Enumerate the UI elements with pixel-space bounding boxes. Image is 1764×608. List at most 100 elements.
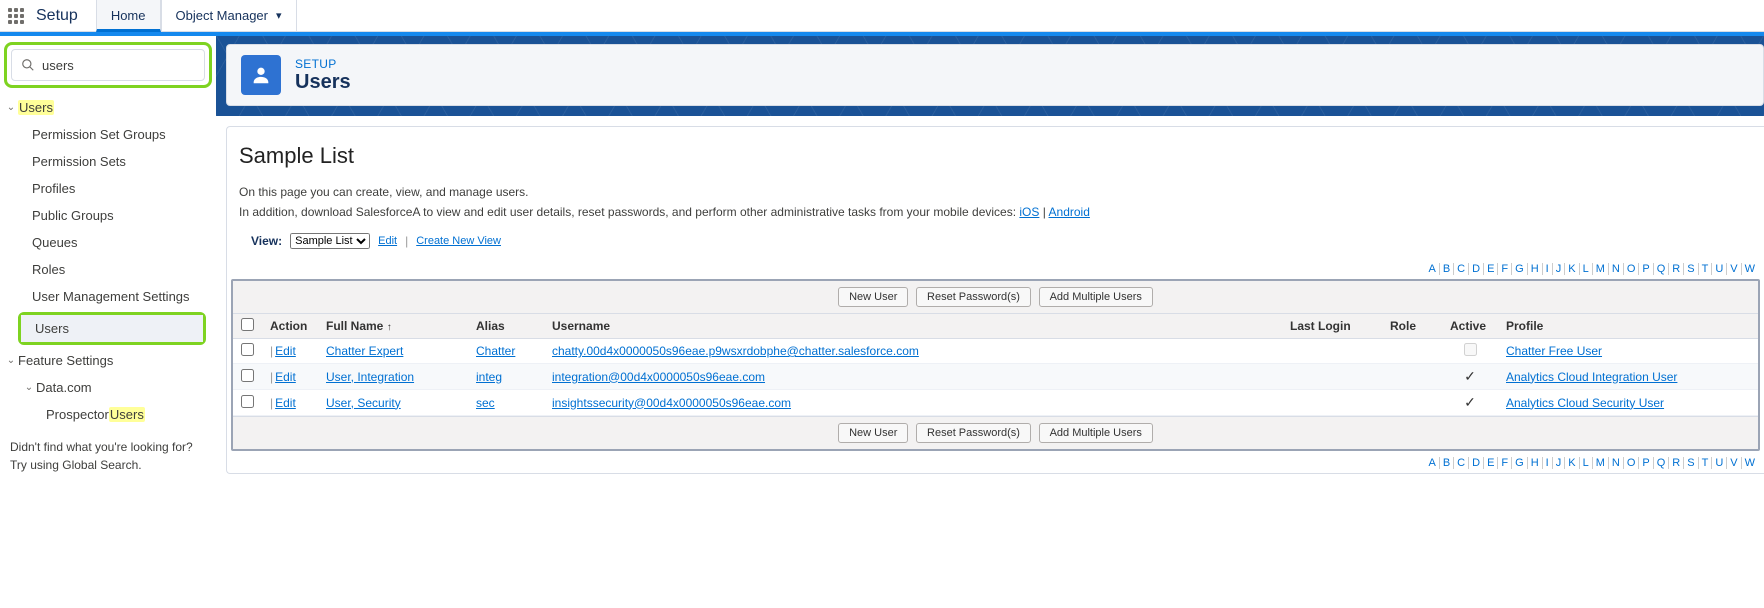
alpha-letter[interactable]: L <box>1580 457 1593 469</box>
tree-perm-sets[interactable]: Permission Sets <box>4 148 212 175</box>
alpha-letter[interactable]: Q <box>1654 263 1670 275</box>
alpha-letter[interactable]: E <box>1484 457 1498 469</box>
tree-public-groups[interactable]: Public Groups <box>4 202 212 229</box>
alpha-letter[interactable]: R <box>1669 263 1684 275</box>
alpha-letter[interactable]: U <box>1712 457 1727 469</box>
alpha-letter[interactable]: C <box>1454 457 1469 469</box>
alpha-letter[interactable]: G <box>1512 263 1528 275</box>
alpha-letter[interactable]: Q <box>1654 457 1670 469</box>
alpha-letter[interactable]: A <box>1425 457 1439 469</box>
edit-view-link[interactable]: Edit <box>378 235 397 247</box>
alpha-letter[interactable]: T <box>1699 457 1713 469</box>
full-name-link[interactable]: Chatter Expert <box>326 344 403 358</box>
alias-link[interactable]: integ <box>476 370 502 384</box>
tab-home[interactable]: Home <box>96 0 161 32</box>
alpha-letter[interactable]: N <box>1609 457 1624 469</box>
alpha-letter[interactable]: B <box>1440 457 1454 469</box>
alpha-letter[interactable]: F <box>1498 263 1512 275</box>
reset-password-button[interactable]: Reset Password(s) <box>916 423 1031 443</box>
add-multiple-users-button[interactable]: Add Multiple Users <box>1039 423 1153 443</box>
create-view-link[interactable]: Create New View <box>416 235 501 247</box>
full-name-link[interactable]: User, Security <box>326 396 401 410</box>
profile-link[interactable]: Chatter Free User <box>1506 344 1602 358</box>
profile-link[interactable]: Analytics Cloud Security User <box>1506 396 1664 410</box>
tree-perm-set-groups[interactable]: Permission Set Groups <box>4 121 212 148</box>
alpha-letter[interactable]: G <box>1512 457 1528 469</box>
alpha-letter[interactable]: C <box>1454 263 1469 275</box>
alpha-letter[interactable]: J <box>1553 457 1566 469</box>
alpha-letter[interactable]: V <box>1727 457 1741 469</box>
reset-password-button[interactable]: Reset Password(s) <box>916 287 1031 307</box>
alpha-letter[interactable]: E <box>1484 263 1498 275</box>
tree-users-group[interactable]: ⌄ Users <box>4 94 212 121</box>
alpha-letter[interactable]: W <box>1742 457 1758 469</box>
alpha-letter[interactable]: M <box>1593 457 1609 469</box>
alpha-letter[interactable]: R <box>1669 457 1684 469</box>
alpha-letter[interactable]: L <box>1580 263 1593 275</box>
edit-link[interactable]: Edit <box>275 396 296 410</box>
tree-roles[interactable]: Roles <box>4 256 212 283</box>
alpha-letter[interactable]: B <box>1440 263 1454 275</box>
alpha-letter[interactable]: F <box>1498 457 1512 469</box>
alpha-letter[interactable]: K <box>1565 457 1579 469</box>
col-full-name[interactable]: Full Name ↑ <box>318 314 468 339</box>
row-checkbox[interactable] <box>241 395 254 408</box>
new-user-button[interactable]: New User <box>838 287 908 307</box>
android-link[interactable]: Android <box>1049 205 1090 219</box>
alpha-letter[interactable]: H <box>1528 457 1543 469</box>
tree-prospector-users[interactable]: Prospector Users <box>4 401 212 428</box>
edit-link[interactable]: Edit <box>275 344 296 358</box>
tree-feature-settings[interactable]: ⌄ Feature Settings <box>4 347 212 374</box>
alpha-letter[interactable]: K <box>1565 263 1579 275</box>
alpha-letter[interactable]: S <box>1684 263 1698 275</box>
view-select[interactable]: Sample List <box>290 233 370 249</box>
tree-datacom[interactable]: ⌄ Data.com <box>4 374 212 401</box>
tree-profiles[interactable]: Profiles <box>4 175 212 202</box>
col-role[interactable]: Role <box>1382 314 1442 339</box>
tree-queues[interactable]: Queues <box>4 229 212 256</box>
col-action[interactable]: Action <box>262 314 318 339</box>
full-name-link[interactable]: User, Integration <box>326 370 414 384</box>
alpha-letter[interactable]: I <box>1543 263 1553 275</box>
col-profile[interactable]: Profile <box>1498 314 1758 339</box>
alpha-letter[interactable]: J <box>1553 263 1566 275</box>
alias-link[interactable]: Chatter <box>476 344 515 358</box>
edit-link[interactable]: Edit <box>275 370 296 384</box>
col-alias[interactable]: Alias <box>468 314 544 339</box>
alpha-letter[interactable]: W <box>1742 263 1758 275</box>
username-link[interactable]: chatty.00d4x0000050s96eae.p9wsxrdobphe@c… <box>552 344 919 358</box>
new-user-button[interactable]: New User <box>838 423 908 443</box>
alpha-letter[interactable]: A <box>1425 263 1439 275</box>
add-multiple-users-button[interactable]: Add Multiple Users <box>1039 287 1153 307</box>
alpha-letter[interactable]: I <box>1543 457 1553 469</box>
alpha-letter[interactable]: D <box>1469 263 1484 275</box>
alpha-letter[interactable]: T <box>1699 263 1713 275</box>
alpha-letter[interactable]: N <box>1609 263 1624 275</box>
search-input-wrap[interactable] <box>11 49 205 81</box>
tab-object-manager[interactable]: Object Manager ▾ <box>161 0 297 32</box>
alpha-letter[interactable]: S <box>1684 457 1698 469</box>
profile-link[interactable]: Analytics Cloud Integration User <box>1506 370 1677 384</box>
alpha-letter[interactable]: U <box>1712 263 1727 275</box>
col-username[interactable]: Username <box>544 314 1282 339</box>
col-active[interactable]: Active <box>1442 314 1498 339</box>
tree-user-mgmt[interactable]: User Management Settings <box>4 283 212 310</box>
ios-link[interactable]: iOS <box>1019 205 1039 219</box>
alpha-letter[interactable]: P <box>1639 457 1653 469</box>
alpha-letter[interactable]: V <box>1727 263 1741 275</box>
row-checkbox[interactable] <box>241 369 254 382</box>
app-launcher-icon[interactable] <box>0 8 32 24</box>
search-input[interactable] <box>42 58 218 73</box>
alpha-letter[interactable]: D <box>1469 457 1484 469</box>
alpha-letter[interactable]: P <box>1639 263 1653 275</box>
row-checkbox[interactable] <box>241 343 254 356</box>
username-link[interactable]: insightssecurity@00d4x0000050s96eae.com <box>552 396 791 410</box>
tree-users-item[interactable]: Users <box>21 315 203 342</box>
select-all-checkbox[interactable] <box>241 318 254 331</box>
username-link[interactable]: integration@00d4x0000050s96eae.com <box>552 370 765 384</box>
alpha-letter[interactable]: H <box>1528 263 1543 275</box>
alias-link[interactable]: sec <box>476 396 495 410</box>
col-last-login[interactable]: Last Login <box>1282 314 1382 339</box>
alpha-letter[interactable]: M <box>1593 263 1609 275</box>
alpha-letter[interactable]: O <box>1624 457 1640 469</box>
